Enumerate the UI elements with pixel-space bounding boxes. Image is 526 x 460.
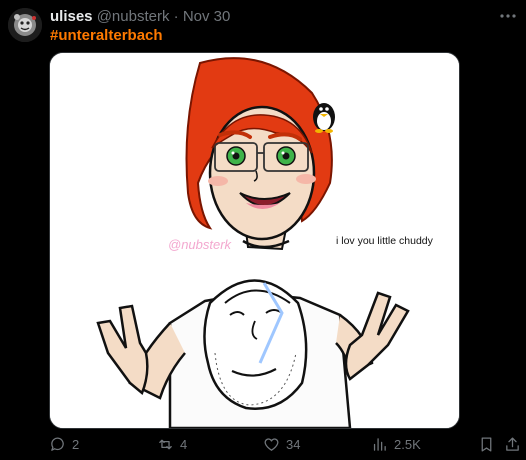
avatar[interactable] <box>8 8 42 42</box>
author-handle[interactable]: @nubsterk <box>97 8 170 25</box>
bookmark-icon <box>481 436 492 452</box>
repost-icon <box>159 439 172 449</box>
hashtag-link[interactable]: #unteralterbach <box>50 27 163 45</box>
author-name[interactable]: ulises <box>50 8 93 25</box>
views-count: 2.5K <box>394 436 421 452</box>
post-image[interactable]: @nubsterk i lov you little chuddy <box>49 52 460 429</box>
reply-icon <box>51 437 64 451</box>
watermark: @nubsterk <box>168 237 233 252</box>
share-icon <box>506 436 519 451</box>
post-date[interactable]: Nov 30 <box>183 8 231 25</box>
action-bar: 2 4 34 2.5K <box>0 433 526 457</box>
bookmark-button[interactable] <box>478 433 495 455</box>
caption: i lov you little chuddy <box>336 235 434 247</box>
reply-count: 2 <box>72 436 80 452</box>
share-button[interactable] <box>504 433 521 455</box>
separator-dot: · <box>173 8 179 25</box>
drawing: @nubsterk i lov you little chuddy <box>50 53 459 428</box>
views-bar-icon <box>373 437 386 451</box>
post[interactable]: ulises @nubsterk · Nov 30 #unteralterbac… <box>0 0 526 460</box>
more-dots-icon[interactable] <box>497 5 519 27</box>
views-button[interactable]: 2.5K <box>371 433 421 455</box>
repost-button[interactable]: 4 <box>157 433 187 455</box>
like-button[interactable]: 34 <box>263 433 300 455</box>
like-count: 34 <box>286 436 301 452</box>
post-header: ulises @nubsterk · Nov 30 <box>50 8 230 26</box>
heart-icon <box>264 437 279 451</box>
repost-count: 4 <box>180 436 188 452</box>
reply-button[interactable]: 2 <box>49 433 79 455</box>
